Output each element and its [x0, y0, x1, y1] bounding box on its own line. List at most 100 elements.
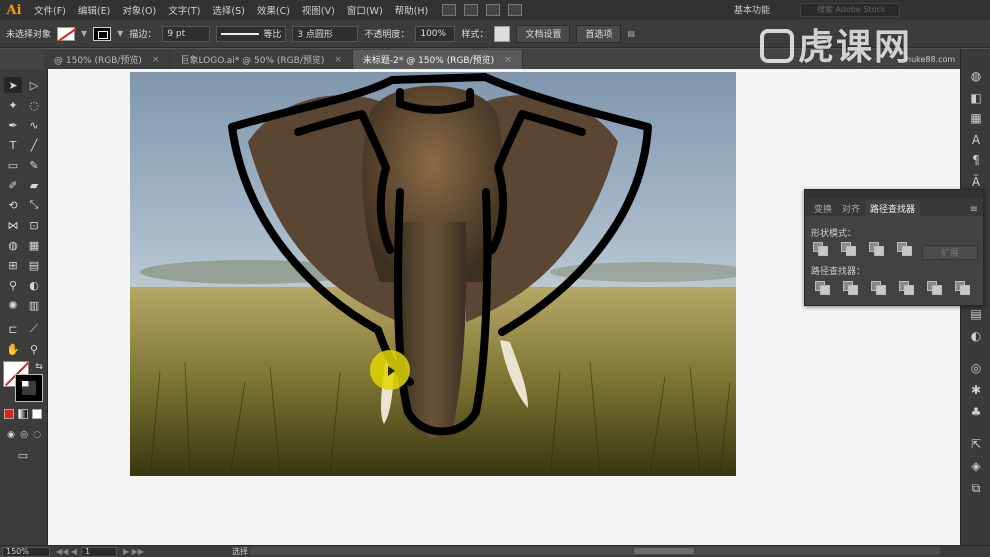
symbol-sprayer-icon[interactable]: ✺ — [4, 297, 22, 313]
chevron-down-icon[interactable]: ▼ — [81, 29, 87, 38]
divide-icon[interactable] — [815, 281, 830, 295]
panel-menu-icon[interactable]: ≡ — [970, 204, 978, 215]
horizontal-scrollbar[interactable] — [250, 547, 940, 555]
artboard-number-field[interactable]: 1 — [81, 546, 117, 557]
blend-tool-icon[interactable]: ◐ — [25, 277, 43, 293]
close-icon[interactable]: × — [334, 55, 342, 65]
screen-mode-icon[interactable]: ▭ — [14, 447, 32, 463]
zoom-tool-icon[interactable]: ⚲ — [25, 341, 43, 357]
doc-tab-3[interactable]: 未标题-2* @ 150% (RGB/预览) × — [352, 50, 523, 69]
transparency-icon[interactable]: ◐ — [969, 329, 983, 343]
artboards-icon[interactable]: ⧉ — [969, 481, 983, 495]
stock-icon[interactable] — [464, 4, 479, 16]
menu-type[interactable]: 文字(T) — [162, 3, 206, 17]
menu-edit[interactable]: 编辑(E) — [72, 3, 116, 17]
paintbrush-icon[interactable]: ✎ — [25, 157, 43, 173]
menu-object[interactable]: 对象(O) — [116, 3, 162, 17]
outline-icon[interactable] — [927, 281, 942, 295]
graphic-style-swatch[interactable] — [494, 25, 511, 42]
shaper-tool-icon[interactable]: ✐ — [4, 177, 22, 193]
gradient-panel-icon[interactable]: ▤ — [969, 307, 983, 321]
symbols-icon[interactable]: ♣ — [969, 405, 983, 419]
export-icon[interactable]: ⇱ — [969, 437, 983, 451]
document-setup-button[interactable]: 文档设置 — [516, 24, 571, 43]
menu-effect[interactable]: 效果(C) — [251, 3, 296, 17]
glyphs-icon[interactable]: Ä — [969, 175, 983, 189]
prev-artboard-icon[interactable]: ◀◀ ◀ — [56, 547, 77, 556]
lasso-icon[interactable]: ◌ — [25, 97, 43, 113]
scale-tool-icon[interactable]: ⤡ — [25, 197, 43, 213]
chevron-down-icon[interactable]: ▼ — [117, 29, 123, 38]
stroke-color-box[interactable] — [15, 374, 43, 402]
perspective-grid-icon[interactable]: ▦ — [25, 237, 43, 253]
opacity-label[interactable]: 不透明度： — [364, 27, 409, 40]
selection-tool-icon[interactable]: ➤ — [4, 77, 22, 93]
expand-button[interactable]: 扩展 — [922, 245, 978, 260]
tab-align[interactable]: 对齐 — [837, 200, 865, 216]
gpu-icon[interactable] — [508, 4, 523, 16]
align-icon[interactable]: ▤ — [627, 29, 635, 38]
curvature-tool-icon[interactable]: ∿ — [25, 117, 43, 133]
paragraph-icon[interactable]: ¶ — [969, 153, 983, 167]
exclude-icon[interactable] — [897, 242, 912, 256]
arrange-documents-icon[interactable] — [486, 4, 501, 16]
artboard[interactable] — [130, 72, 736, 476]
menu-file[interactable]: 文件(F) — [28, 3, 72, 17]
type-tool-icon[interactable]: T — [4, 137, 22, 153]
stroke-swatch[interactable] — [93, 26, 112, 41]
swatches-icon[interactable]: ▦ — [969, 111, 983, 125]
character-icon[interactable]: A — [969, 133, 983, 147]
preferences-button[interactable]: 首选项 — [576, 24, 622, 43]
line-tool-icon[interactable]: ╱ — [25, 137, 43, 153]
width-tool-icon[interactable]: ⋈ — [4, 217, 22, 233]
crop-icon[interactable] — [899, 281, 914, 295]
color-guide-icon[interactable]: ◧ — [969, 91, 983, 105]
menu-select[interactable]: 选择(S) — [206, 3, 250, 17]
doc-tab-2[interactable]: 巨象LOGO.ai* @ 50% (RGB/预览) × — [170, 50, 353, 69]
trim-icon[interactable] — [843, 281, 858, 295]
stroke-label[interactable]: 描边： — [129, 27, 156, 40]
doc-tab-1[interactable]: @ 150% (RGB/预览) × — [44, 50, 171, 69]
hand-tool-icon[interactable]: ✋ — [4, 341, 22, 357]
brush-definition[interactable]: 3 点圆形 — [292, 25, 359, 42]
color-panel-icon[interactable]: ◍ — [969, 69, 983, 83]
appearance-icon[interactable]: ◎ — [969, 361, 983, 375]
variable-width-profile[interactable]: 等比 — [216, 25, 287, 42]
unite-icon[interactable] — [813, 242, 828, 256]
minus-back-icon[interactable] — [955, 281, 970, 295]
minus-front-icon[interactable] — [841, 242, 856, 256]
zoom-field[interactable]: 150% — [2, 546, 50, 557]
scrollbar-thumb[interactable] — [634, 548, 694, 554]
draw-inside-icon[interactable]: ◌ — [28, 427, 46, 443]
artboard-tool-icon[interactable]: ⊏ — [4, 321, 22, 337]
graph-tool-icon[interactable]: ▥ — [25, 297, 43, 313]
eyedropper-icon[interactable]: ⚲ — [4, 277, 22, 293]
menu-help[interactable]: 帮助(H) — [389, 3, 435, 17]
gradient-mode-icon[interactable] — [18, 409, 28, 419]
pen-tool-icon[interactable]: ✒ — [4, 117, 22, 133]
bridge-icon[interactable] — [442, 4, 457, 16]
fill-swatch[interactable] — [57, 26, 76, 41]
magic-wand-icon[interactable]: ✦ — [4, 97, 22, 113]
none-mode-icon[interactable] — [32, 409, 42, 419]
tab-transform[interactable]: 变换 — [809, 200, 837, 216]
close-icon[interactable]: × — [504, 55, 512, 65]
swap-icon[interactable]: ⇆ — [30, 359, 48, 375]
next-artboard-icon[interactable]: ▶ ▶▶ — [123, 547, 144, 556]
free-transform-icon[interactable]: ⊡ — [25, 217, 43, 233]
shape-builder-icon[interactable]: ◍ — [4, 237, 22, 253]
eraser-icon[interactable]: ▰ — [25, 177, 43, 193]
tab-pathfinder[interactable]: 路径查找器 — [865, 200, 921, 216]
panel-drag-bar[interactable] — [805, 190, 983, 198]
stroke-weight-field[interactable]: 9 pt — [162, 25, 211, 42]
slice-tool-icon[interactable]: ⟋ — [25, 321, 43, 337]
rectangle-tool-icon[interactable]: ▭ — [4, 157, 22, 173]
direct-selection-icon[interactable]: ▷ — [25, 77, 43, 93]
menu-view[interactable]: 视图(V) — [296, 3, 341, 17]
rotate-tool-icon[interactable]: ⟲ — [4, 197, 22, 213]
gradient-tool-icon[interactable]: ▤ — [25, 257, 43, 273]
intersect-icon[interactable] — [869, 242, 884, 256]
close-icon[interactable]: × — [152, 55, 160, 65]
stock-search-input[interactable]: 搜索 Adobe Stock — [800, 3, 900, 17]
opacity-field[interactable]: 100% — [415, 25, 456, 42]
